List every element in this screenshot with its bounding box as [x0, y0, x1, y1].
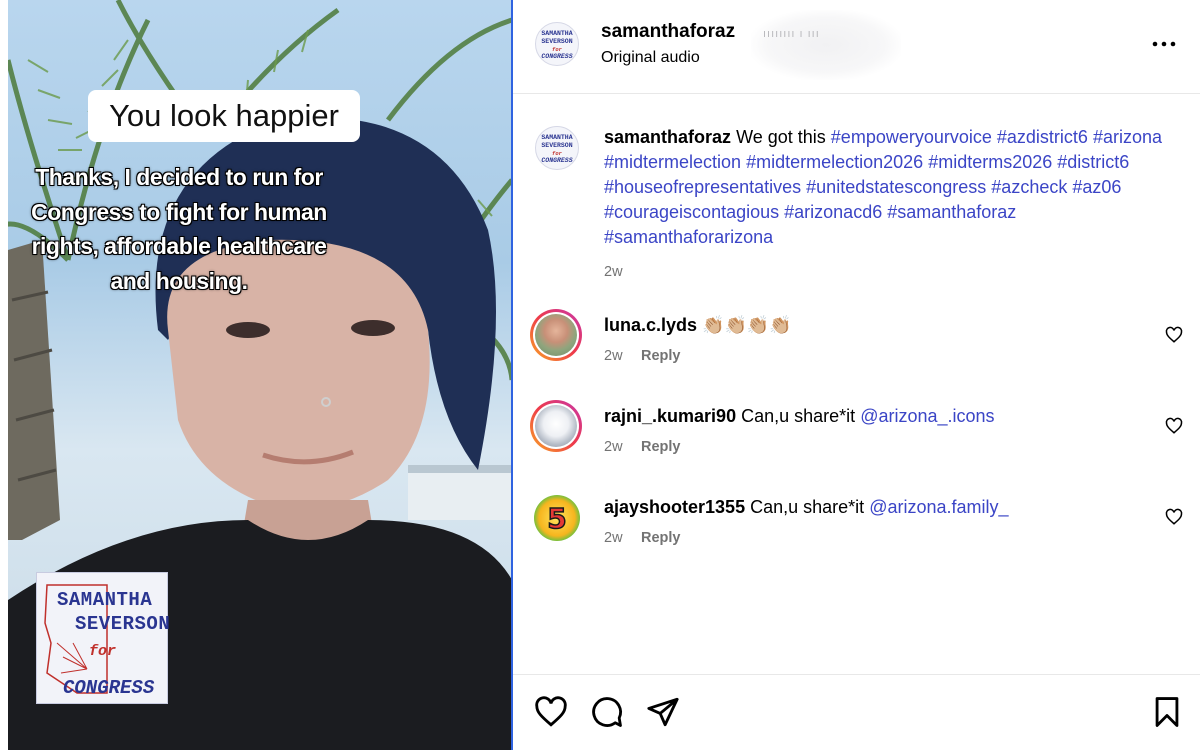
reply-button[interactable]: Reply [641, 348, 681, 364]
caption-line: rights, affordable healthcare [31, 233, 327, 259]
heart-icon[interactable] [534, 695, 568, 729]
number-five-icon: 5 [547, 501, 568, 536]
comment-item: luna.c.lyds 👏🏼👏🏼👏🏼👏🏼 2w Reply [513, 309, 1200, 393]
caption-username[interactable]: samanthaforaz [604, 127, 731, 147]
avatar[interactable] [530, 400, 582, 452]
hashtag-link[interactable]: #samanthaforarizona [604, 227, 773, 247]
header-username[interactable]: samanthaforaz [601, 21, 735, 43]
video-caption-body: Thanks, I decided to run for Congress to… [14, 160, 344, 298]
caption-line: Congress to fight for human [31, 198, 327, 225]
heart-icon[interactable] [1165, 508, 1183, 526]
comment-meta: 2w Reply [604, 347, 681, 365]
more-horizontal-icon[interactable] [1149, 32, 1179, 56]
action-bar [513, 674, 1200, 750]
mention-link[interactable]: @arizona.family_ [869, 497, 1008, 517]
avatar-logo-line: for [552, 150, 562, 157]
logo-line: SAMANTHA [57, 589, 153, 611]
post-caption: samanthaforaz We got this #empoweryourvo… [604, 125, 1174, 285]
heart-icon[interactable] [1165, 417, 1183, 435]
reply-button[interactable]: Reply [641, 439, 681, 455]
comment-timestamp[interactable]: 2w [604, 439, 623, 455]
mention-link[interactable]: @arizona_.icons [860, 406, 994, 426]
svg-text:5: 5 [547, 502, 566, 535]
comment-body: 👏🏼👏🏼👏🏼👏🏼 [702, 315, 792, 335]
blurred-region: ıııııııı ı ııı [751, 10, 901, 80]
hashtag-link[interactable]: #azcheck [991, 177, 1067, 197]
comment-item: 5 ajayshooter1355 Can,u share*it @arizon… [513, 495, 1200, 575]
logo-line: for [89, 643, 117, 660]
avatar-logo-line: SAMANTHA [541, 30, 573, 37]
hashtag-link[interactable]: #empoweryourvoice [831, 127, 992, 147]
post-timestamp[interactable]: 2w [604, 264, 623, 280]
hashtag-link[interactable]: #arizonacd6 [784, 202, 882, 222]
hashtag-link[interactable]: #houseofrepresentatives [604, 177, 801, 197]
caption-line: Thanks, I decided to run for [35, 164, 323, 190]
hashtag-link[interactable]: #samanthaforaz [887, 202, 1016, 222]
avatar-logo-line: CONGRESS [541, 157, 573, 164]
campaign-logo: SAMANTHA SEVERSON for CONGRESS [36, 572, 171, 704]
avatar-image [535, 405, 577, 447]
comment-icon[interactable] [590, 695, 624, 729]
avatar-ring [533, 403, 579, 449]
hashtag-link[interactable]: #courageiscontagious [604, 202, 779, 222]
original-audio-link[interactable]: Original audio [601, 49, 700, 67]
comment-text: rajni_.kumari90 Can,u share*it @arizona_… [604, 404, 1124, 429]
video-caption-top: You look happier [88, 90, 360, 142]
hashtag-link[interactable]: #midtermelection [604, 152, 741, 172]
comment-timestamp[interactable]: 2w [604, 530, 623, 546]
hashtag-link[interactable]: #arizona [1093, 127, 1162, 147]
avatar-logo-line: CONGRESS [541, 53, 573, 60]
avatar-logo-line: SEVERSON [541, 38, 573, 45]
post-author-avatar[interactable]: SAMANTHA SEVERSON for CONGRESS [535, 126, 579, 170]
hashtag-link[interactable]: #az06 [1072, 177, 1121, 197]
comment-text: ajayshooter1355 Can,u share*it @arizona.… [604, 495, 1124, 520]
hashtag-link[interactable]: #midtermelection2026 [746, 152, 923, 172]
avatar-logo-line: for [552, 46, 562, 53]
post-panel: SAMANTHA SEVERSON for CONGRESS samanthaf… [513, 0, 1200, 750]
caption-text: We got this [736, 127, 826, 147]
avatar[interactable]: 5 [534, 495, 580, 541]
bookmark-icon[interactable] [1150, 695, 1184, 729]
comment-timestamp[interactable]: 2w [604, 348, 623, 364]
logo-line: CONGRESS [63, 677, 155, 699]
reply-button[interactable]: Reply [641, 530, 681, 546]
comment-username[interactable]: rajni_.kumari90 [604, 406, 736, 426]
hashtag-link[interactable]: #district6 [1057, 152, 1129, 172]
avatar-image [535, 314, 577, 356]
post-header: SAMANTHA SEVERSON for CONGRESS samanthaf… [513, 0, 1200, 94]
media-edge [0, 0, 8, 750]
comment-meta: 2w Reply [604, 529, 681, 547]
blurred-text: ıııııııı ı ııı [763, 28, 820, 40]
hashtag-link[interactable]: #midterms2026 [928, 152, 1052, 172]
avatar[interactable]: SAMANTHA SEVERSON for CONGRESS [535, 22, 579, 66]
comment-text: luna.c.lyds 👏🏼👏🏼👏🏼👏🏼 [604, 313, 1124, 338]
comment-item: rajni_.kumari90 Can,u share*it @arizona_… [513, 400, 1200, 484]
avatar-logo-line: SEVERSON [541, 142, 573, 149]
avatar-ring [533, 312, 579, 358]
comment-username[interactable]: ajayshooter1355 [604, 497, 745, 517]
hashtag-link[interactable]: #azdistrict6 [997, 127, 1088, 147]
avatar[interactable] [530, 309, 582, 361]
video-player[interactable]: You look happier Thanks, I decided to ru… [0, 0, 512, 750]
heart-icon[interactable] [1165, 326, 1183, 344]
comment-meta: 2w Reply [604, 438, 681, 456]
comment-body: Can,u share*it [750, 497, 865, 517]
comment-username[interactable]: luna.c.lyds [604, 315, 697, 335]
comment-body: Can,u share*it [741, 406, 856, 426]
avatar-logo-line: SAMANTHA [541, 134, 573, 141]
logo-line: SEVERSON [75, 613, 171, 635]
caption-line: and housing. [110, 267, 248, 294]
hashtag-link[interactable]: #unitedstatescongress [806, 177, 986, 197]
share-icon[interactable] [646, 695, 680, 729]
